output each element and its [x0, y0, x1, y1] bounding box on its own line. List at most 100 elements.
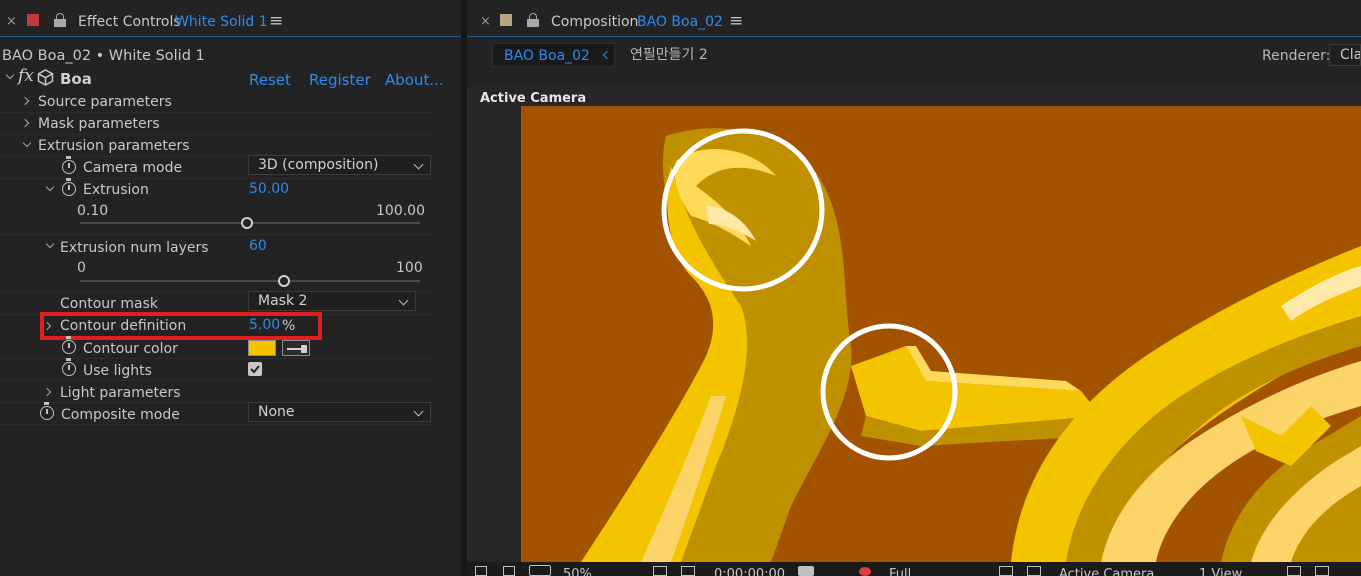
camera-mode-value: 3D (composition): [258, 157, 379, 173]
composition-panel: × Composition BAO Boa_02 ≡ BAO Boa_02 연필…: [467, 0, 1361, 576]
checkmark-icon: [250, 365, 260, 374]
row-divider: [0, 134, 436, 135]
composite-mode-stopwatch-icon[interactable]: [40, 402, 54, 420]
effect-controls-panel: × Effect Controls White Solid 1 ≡ BAO Bo…: [0, 0, 461, 576]
viewer-camera-label: Active Camera: [480, 91, 587, 106]
extrusion-params-twisty-icon[interactable]: [22, 138, 32, 148]
extrusion-value[interactable]: 50.00: [249, 181, 289, 197]
extrusion-stopwatch-icon[interactable]: [62, 178, 76, 196]
panel-header-divider: [0, 36, 461, 37]
panel-menu-icon[interactable]: ≡: [269, 13, 283, 30]
camera-snapshot-icon[interactable]: [798, 566, 814, 576]
lock-icon[interactable]: [527, 13, 539, 27]
layers-slider-thumb[interactable]: [278, 275, 290, 287]
layers-slider-track[interactable]: [80, 280, 420, 282]
view-layout-dropdown[interactable]: 1 View: [1199, 567, 1242, 576]
effect-twisty-icon[interactable]: [5, 70, 15, 80]
camera-view-dropdown[interactable]: Active Camera: [1059, 567, 1154, 576]
chevron-down-icon: [413, 159, 424, 170]
composite-mode-label: Composite mode: [61, 407, 180, 423]
panel-menu-icon[interactable]: ≡: [729, 13, 743, 30]
annotation-highlight-box: [40, 312, 322, 340]
effect-name: Boa: [60, 70, 92, 88]
extrusion-max: 100.00: [376, 203, 425, 219]
layers-twisty-icon[interactable]: [45, 239, 55, 249]
composition-canvas[interactable]: [521, 106, 1361, 562]
panel-header-divider: [467, 36, 1361, 37]
renderer-value: Cla: [1340, 47, 1361, 63]
cube-icon: [37, 69, 54, 86]
contour-color-swatch[interactable]: [248, 340, 276, 356]
camera-mode-label: Camera mode: [83, 160, 183, 176]
contour-mask-label: Contour mask: [60, 296, 158, 312]
extrusion-twisty-icon[interactable]: [45, 182, 55, 192]
timecode[interactable]: 0:00:00:00: [714, 567, 785, 576]
chevron-down-icon: [413, 406, 424, 417]
camera-mode-stopwatch-icon[interactable]: [62, 156, 76, 174]
grid-icon[interactable]: [653, 566, 667, 576]
chevron-left-icon: [602, 50, 612, 60]
source-params-twisty-icon[interactable]: [20, 96, 30, 106]
contour-color-label: Contour color: [83, 341, 178, 357]
zoom-dropdown[interactable]: 50%: [563, 567, 592, 576]
region-of-interest-icon[interactable]: [681, 566, 695, 576]
light-params-group[interactable]: Light parameters: [60, 385, 181, 401]
close-panel-icon[interactable]: ×: [6, 14, 17, 30]
lock-icon[interactable]: [54, 13, 66, 27]
extrusion-label: Extrusion: [83, 182, 149, 198]
comp-tab-other[interactable]: 연필만들기 2: [630, 47, 708, 63]
panel-title: Composition: [551, 14, 639, 30]
row-divider: [0, 112, 436, 113]
row-divider: [0, 234, 436, 235]
about-link[interactable]: About...: [385, 72, 444, 88]
comp-name-link[interactable]: BAO Boa_02: [637, 14, 723, 30]
mask-visibility-icon[interactable]: [529, 565, 551, 576]
mask-params-group[interactable]: Mask parameters: [38, 116, 160, 132]
close-panel-icon[interactable]: ×: [480, 14, 491, 30]
extrusion-min: 0.10: [77, 203, 109, 219]
transparency-grid-icon[interactable]: [1027, 566, 1041, 576]
fast-previews-icon[interactable]: [999, 566, 1013, 576]
snapshot-icon[interactable]: [475, 566, 487, 576]
renderer-label: Renderer:: [1262, 48, 1331, 64]
breadcrumb: BAO Boa_02 • White Solid 1: [2, 48, 205, 64]
layers-label: Extrusion num layers: [60, 240, 209, 256]
extrusion-params-group[interactable]: Extrusion parameters: [38, 138, 190, 154]
source-params-group[interactable]: Source parameters: [38, 94, 172, 110]
layers-value[interactable]: 60: [249, 238, 267, 254]
row-divider: [0, 424, 436, 425]
mask-params-twisty-icon[interactable]: [20, 118, 30, 128]
light-params-twisty-icon[interactable]: [42, 387, 52, 397]
resolution-dropdown[interactable]: Full: [889, 567, 911, 576]
boa-render: [521, 106, 1361, 562]
contour-mask-dropdown[interactable]: Mask 2: [248, 291, 416, 311]
layers-max: 100: [396, 260, 423, 276]
chevron-down-icon: [398, 295, 409, 306]
channel-icon[interactable]: [859, 567, 871, 576]
fx-toggle-icon[interactable]: fx: [18, 68, 34, 85]
draft-3d-icon[interactable]: [1315, 566, 1329, 576]
safe-zones-icon[interactable]: [503, 566, 515, 576]
extrusion-slider-thumb[interactable]: [240, 217, 253, 229]
contour-color-stopwatch-icon[interactable]: [62, 336, 76, 354]
eyedropper-icon[interactable]: [282, 340, 310, 356]
use-lights-stopwatch-icon[interactable]: [62, 358, 76, 376]
comp-tab-active[interactable]: BAO Boa_02: [492, 43, 615, 67]
camera-mode-dropdown[interactable]: 3D (composition): [248, 155, 431, 175]
layers-min: 0: [77, 260, 86, 276]
layer-name-link[interactable]: White Solid 1: [175, 14, 268, 30]
renderer-dropdown[interactable]: Cla: [1329, 44, 1361, 66]
register-link[interactable]: Register: [309, 72, 371, 88]
contour-mask-value: Mask 2: [258, 293, 308, 309]
composite-mode-dropdown[interactable]: None: [248, 402, 431, 422]
toggle-pixel-aspect-icon[interactable]: [1287, 566, 1301, 576]
panel-color-label-icon: [27, 14, 39, 26]
composite-mode-value: None: [258, 404, 295, 420]
comp-tab-active-label: BAO Boa_02: [504, 48, 590, 64]
reset-link[interactable]: Reset: [249, 72, 291, 88]
use-lights-label: Use lights: [83, 363, 152, 379]
use-lights-checkbox[interactable]: [248, 362, 262, 376]
panel-color-label-icon: [500, 14, 512, 26]
panel-title: Effect Controls: [78, 14, 181, 30]
row-divider: [0, 380, 436, 381]
